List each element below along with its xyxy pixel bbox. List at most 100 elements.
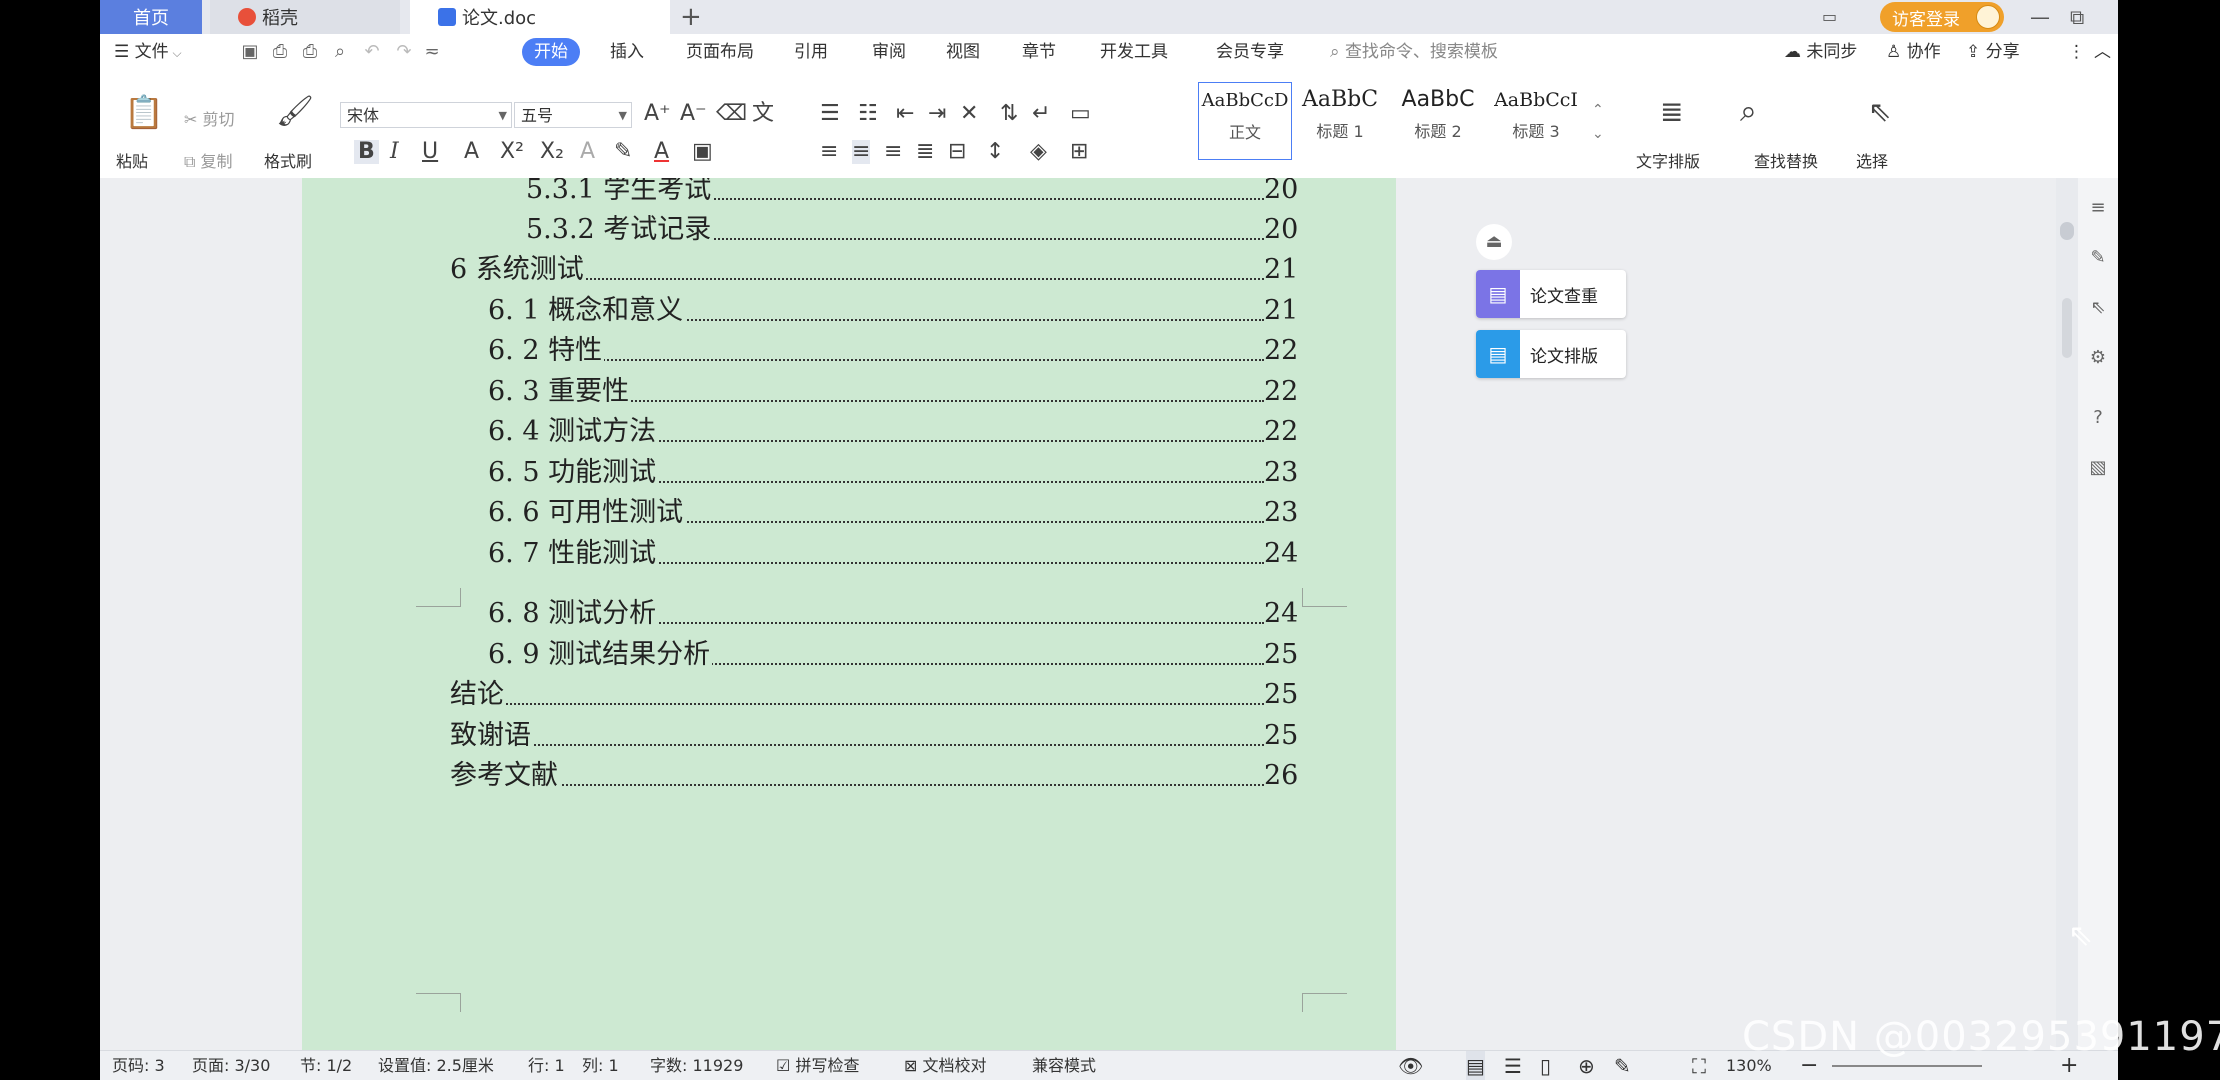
toc-entry[interactable]: 5.3.1 学生考试 20 xyxy=(302,178,1396,210)
toc-entry[interactable]: 5.3.2 考试记录 20 xyxy=(302,210,1396,250)
zoom-slider[interactable] xyxy=(1832,1065,1982,1067)
layout-icon[interactable]: ▭ xyxy=(1822,0,1837,34)
toc-entry[interactable]: 6 系统测试 21 xyxy=(302,250,1396,290)
menu-page-layout[interactable]: 页面布局 xyxy=(686,34,754,70)
align-center-icon[interactable]: ≡ xyxy=(852,140,871,164)
justify-icon[interactable]: ≣ xyxy=(916,140,934,164)
ruler-icon[interactable]: ▭ xyxy=(1070,102,1091,126)
share-button[interactable]: ⇪ 分享 xyxy=(1966,34,2020,70)
print-icon[interactable]: ⎙ xyxy=(300,42,320,62)
decrease-font-icon[interactable]: A⁻ xyxy=(680,102,707,126)
menu-start[interactable]: 开始 xyxy=(522,38,580,66)
more-icon[interactable]: ⋮ xyxy=(2068,34,2085,70)
fit-page-icon[interactable]: ⛶ xyxy=(1692,1051,1706,1080)
restore-button[interactable]: ⧉ xyxy=(2070,0,2084,34)
cut-button[interactable]: ✂ 剪切 xyxy=(184,106,235,130)
superscript-icon[interactable]: X² xyxy=(500,140,524,164)
pointer-icon[interactable]: ⇖ xyxy=(2088,298,2108,318)
collapse-panel-icon[interactable]: ⏏ xyxy=(1476,224,1512,260)
help-icon[interactable]: ? xyxy=(2088,408,2108,428)
select-button[interactable]: 选择 xyxy=(1856,148,1888,172)
paper-format-button[interactable]: ▤ 论文排版 xyxy=(1476,330,1626,378)
status-setting[interactable]: 设置值: 2.5厘米 xyxy=(378,1051,494,1080)
menu-reference[interactable]: 引用 xyxy=(794,34,828,70)
numbered-list-icon[interactable]: ☷ xyxy=(858,102,878,126)
line-spacing-icon[interactable]: ↕ xyxy=(986,140,1004,164)
toc-entry[interactable]: 6. 4 测试方法 22 xyxy=(302,412,1396,452)
subscript-icon[interactable]: X₂ xyxy=(540,140,564,164)
toc-entry[interactable]: 6. 9 测试结果分析 25 xyxy=(302,635,1396,675)
text-layout-icon[interactable]: ≣ xyxy=(1660,98,1683,126)
menu-view[interactable]: 视图 xyxy=(946,34,980,70)
collab-button[interactable]: ♙ 协作 xyxy=(1886,34,1941,70)
eye-icon[interactable]: 👁 xyxy=(1398,1051,1423,1080)
font-name-select[interactable]: 宋体 ▼ xyxy=(340,102,512,128)
menu-dev-tools[interactable]: 开发工具 xyxy=(1100,34,1168,70)
show-marks-icon[interactable]: ↵ xyxy=(1032,102,1050,126)
text-effect-icon[interactable]: A xyxy=(580,140,595,164)
decrease-indent-icon[interactable]: ⇤ xyxy=(896,102,914,126)
print-preview-icon[interactable]: ⌕ xyxy=(330,42,350,62)
menu-member[interactable]: 会员专享 xyxy=(1216,34,1284,70)
toc-entry[interactable]: 参考文献 26 xyxy=(302,756,1396,796)
proofread-button[interactable]: ⊠ 文档校对 xyxy=(904,1051,987,1080)
file-menu[interactable]: ☰ 文件 ⌵ xyxy=(114,34,182,70)
style-heading-2[interactable]: AaBbC 标题 2 xyxy=(1390,82,1486,158)
minimize-button[interactable]: — xyxy=(2030,0,2050,34)
find-icon[interactable]: ⌕ xyxy=(1740,97,1757,127)
align-left-icon[interactable]: ≡ xyxy=(820,140,838,164)
borders-icon[interactable]: ⊞ xyxy=(1070,140,1088,164)
undo-icon[interactable]: ↶ xyxy=(362,42,382,62)
status-word-count[interactable]: 字数: 11929 xyxy=(650,1051,743,1080)
copy-button[interactable]: ⧉ 复制 xyxy=(184,148,233,172)
sort-icon[interactable]: ⇅ xyxy=(1000,102,1018,126)
paste-icon[interactable]: 📋 xyxy=(124,96,164,128)
edit-pen-icon[interactable]: ✎ xyxy=(1614,1051,1631,1080)
shading-icon[interactable]: ◈ xyxy=(1030,140,1047,164)
font-size-select[interactable]: 五号 ▼ xyxy=(514,102,632,128)
toc-entry[interactable]: 6. 3 重要性 22 xyxy=(302,372,1396,412)
menu-lines-icon[interactable]: ≡ xyxy=(2088,198,2108,218)
toc-entry[interactable]: 6. 6 可用性测试 23 xyxy=(302,493,1396,533)
align-right-icon[interactable]: ≡ xyxy=(884,140,902,164)
clear-format-icon[interactable]: ⌫ xyxy=(716,102,747,126)
toc-entry[interactable]: 6. 7 性能测试 24 xyxy=(302,534,1396,574)
toc-entry[interactable]: 致谢语 25 xyxy=(302,716,1396,756)
font-color-icon[interactable]: A xyxy=(654,140,669,164)
highlight-icon[interactable]: ✎ xyxy=(614,140,632,164)
find-replace-button[interactable]: 查找替换 xyxy=(1754,148,1818,172)
toc-entry[interactable]: 6. 8 测试分析 24 xyxy=(302,594,1396,634)
style-heading-1[interactable]: AaBbC 标题 1 xyxy=(1292,82,1388,158)
customize-toolbar-icon[interactable]: ≂ xyxy=(422,42,442,62)
reading-view-icon[interactable]: ▯ xyxy=(1540,1051,1551,1080)
redo-icon[interactable]: ↷ xyxy=(394,42,414,62)
distribute-icon[interactable]: ⊟ xyxy=(948,140,966,164)
bold-icon[interactable]: B xyxy=(354,140,379,164)
style-normal[interactable]: AaBbCcD 正文 xyxy=(1198,82,1292,160)
select-cursor-icon[interactable]: ⇖ xyxy=(1868,98,1891,126)
scrollbar-thumb[interactable] xyxy=(2060,222,2074,240)
chinese-layout-icon[interactable]: ✕ xyxy=(960,102,978,126)
text-layout-button[interactable]: 文字排版 xyxy=(1636,148,1700,172)
sync-status[interactable]: ☁ 未同步 xyxy=(1784,34,1857,70)
save-icon[interactable]: ▣ xyxy=(240,42,260,62)
style-heading-3[interactable]: AaBbCcI 标题 3 xyxy=(1488,82,1584,158)
styles-scroll-icon[interactable]: ⌃ ⌄ xyxy=(1592,98,1604,146)
spell-check-button[interactable]: ☑ 拼写检查 xyxy=(776,1051,859,1080)
italic-icon[interactable]: I xyxy=(390,140,399,164)
web-view-icon[interactable]: ⊕ xyxy=(1578,1051,1595,1080)
new-tab-button[interactable]: + xyxy=(680,0,702,34)
tab-daoke[interactable]: 稻壳 xyxy=(210,0,400,34)
page-view-icon[interactable]: ▤ xyxy=(1466,1051,1485,1080)
format-painter-icon[interactable]: 🖌 xyxy=(276,97,314,127)
command-search[interactable]: ⌕ 查找命令、搜索模板 xyxy=(1330,34,1498,70)
char-border-icon[interactable]: ▣ xyxy=(692,140,713,164)
login-button[interactable]: 访客登录 xyxy=(1880,2,2004,32)
format-painter-button[interactable]: 格式刷 xyxy=(264,148,312,172)
tab-home[interactable]: 首页 xyxy=(100,0,202,34)
toc-entry[interactable]: 结论 25 xyxy=(302,675,1396,715)
settings-sliders-icon[interactable]: ⚙ xyxy=(2088,348,2108,368)
toc-entry[interactable]: 6. 5 功能测试 23 xyxy=(302,453,1396,493)
menu-chapter[interactable]: 章节 xyxy=(1022,34,1056,70)
increase-font-icon[interactable]: A⁺ xyxy=(644,102,671,126)
